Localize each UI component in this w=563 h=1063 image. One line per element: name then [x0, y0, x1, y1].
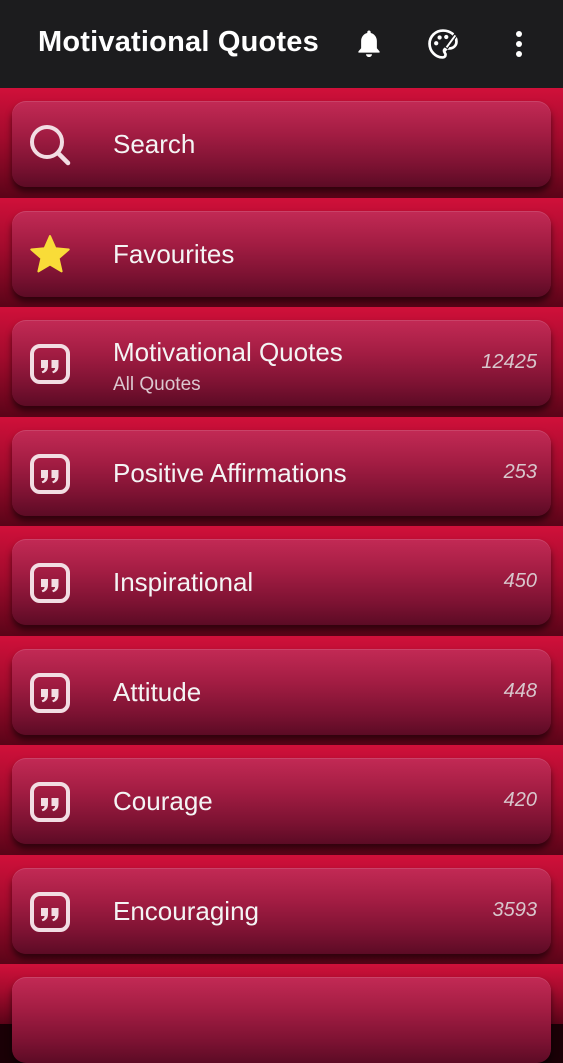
- item-subtitle: All Quotes: [113, 374, 201, 395]
- item-title: Attitude: [113, 676, 202, 707]
- list-item-band: [0, 964, 563, 1063]
- list-item-band: Attitude 448: [0, 635, 563, 745]
- quote-icon: [28, 342, 72, 386]
- list-item-band: Encouraging 3593: [0, 854, 563, 964]
- item-count: 3593: [492, 898, 538, 921]
- quote-icon: [28, 561, 72, 605]
- app-title: Motivational Quotes: [38, 26, 319, 58]
- item-count: 450: [503, 570, 537, 592]
- list-item-band: Inspirational 450: [0, 526, 563, 636]
- category-item[interactable]: Courage 420: [12, 758, 551, 844]
- app-bar: Motivational Quotes: [0, 0, 563, 88]
- list-item-band: Courage 420: [0, 745, 563, 855]
- item-title: Positive Affirmations: [113, 457, 347, 488]
- category-item[interactable]: Encouraging 3593: [12, 867, 551, 954]
- item-title: Search: [113, 129, 196, 159]
- item-count: 448: [503, 679, 537, 702]
- category-item[interactable]: Attitude 448: [12, 648, 551, 735]
- search-icon: [28, 123, 72, 167]
- favourites-item[interactable]: Favourites: [12, 210, 551, 297]
- quote-icon: [28, 890, 72, 934]
- quote-icon: [28, 452, 72, 496]
- item-title: Favourites: [113, 238, 235, 269]
- category-item[interactable]: [12, 977, 551, 1063]
- quote-icon: [28, 671, 72, 715]
- item-title: Courage: [113, 786, 213, 816]
- category-list: Search Favourites Motivational Quotes Al: [0, 88, 563, 1063]
- category-item[interactable]: Inspirational 450: [12, 539, 551, 625]
- item-count: 12425: [481, 351, 537, 373]
- list-item-band: Motivational Quotes All Quotes 12425: [0, 307, 563, 417]
- item-title: Encouraging: [113, 895, 259, 926]
- item-title: Motivational Quotes: [113, 337, 343, 367]
- list-item-band: Search: [0, 88, 563, 198]
- category-item[interactable]: Positive Affirmations 253: [12, 429, 551, 516]
- palette-icon[interactable]: [423, 24, 463, 64]
- bell-icon[interactable]: [349, 24, 389, 64]
- quote-icon: [28, 780, 72, 824]
- category-item[interactable]: Motivational Quotes All Quotes 12425: [12, 320, 551, 406]
- list-item-band: Favourites: [0, 197, 563, 307]
- item-count: 253: [503, 460, 537, 483]
- search-item[interactable]: Search: [12, 101, 551, 187]
- list-item-band: Positive Affirmations 253: [0, 416, 563, 526]
- more-vert-icon[interactable]: [499, 24, 539, 64]
- star-icon: [28, 233, 72, 277]
- item-count: 420: [503, 789, 537, 811]
- item-title: Inspirational: [113, 567, 254, 597]
